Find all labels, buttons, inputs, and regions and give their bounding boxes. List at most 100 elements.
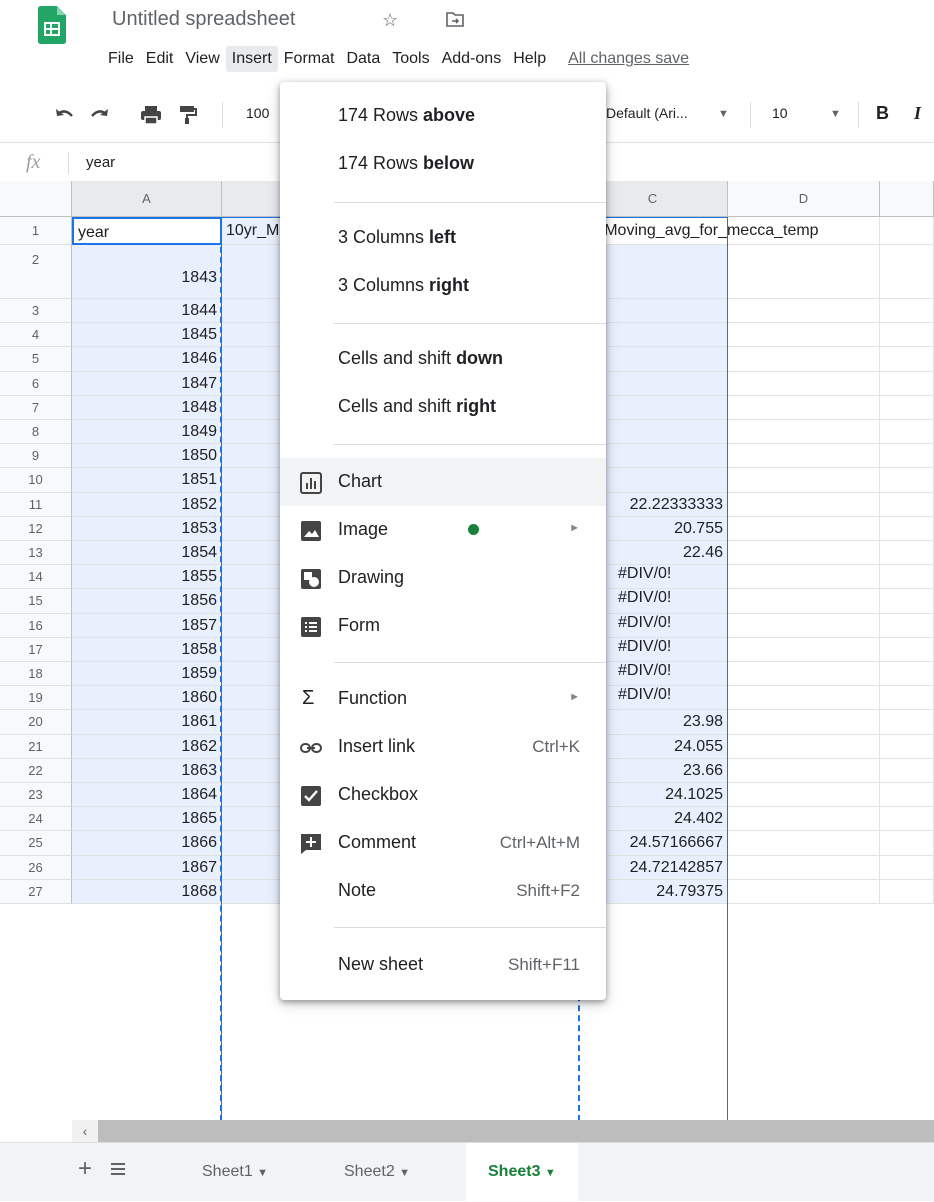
formula-input[interactable]: year [86,154,115,171]
menu-view[interactable]: View [179,46,225,72]
cell-e[interactable] [880,831,934,856]
cell-e[interactable] [880,879,934,904]
cell-a[interactable]: 1845 [72,323,222,348]
cell-a[interactable]: 1844 [72,299,222,324]
row-header[interactable]: 12 [0,516,72,541]
font-dropdown-arrow-icon[interactable]: ▼ [718,108,729,120]
menu-item-columns-right[interactable]: 3 Columns right [280,262,606,310]
cell-d[interactable] [728,686,880,711]
cell-a[interactable]: 1851 [72,468,222,493]
cell-d[interactable] [728,831,880,856]
menu-item-drawing[interactable]: Drawing [280,554,606,602]
row-header[interactable]: 8 [0,420,72,445]
menu-item-rows-below[interactable]: 174 Rows below [280,140,606,188]
cell-a[interactable]: 1864 [72,783,222,808]
cell-e[interactable] [880,299,934,324]
row-header[interactable]: 19 [0,686,72,711]
cell-d[interactable] [728,734,880,759]
cell-d[interactable] [728,371,880,396]
cell-e[interactable] [880,662,934,687]
row-header[interactable]: 5 [0,347,72,372]
cell-e[interactable] [880,217,934,245]
cell-e[interactable] [880,758,934,783]
scroll-left-arrow-icon[interactable]: ‹ [72,1120,98,1142]
cell-a[interactable]: 1848 [72,395,222,420]
document-title[interactable]: Untitled spreadsheet [112,8,295,31]
cell-e[interactable] [880,347,934,372]
row-header[interactable]: 18 [0,662,72,687]
menu-item-form[interactable]: Form [280,602,606,650]
row-header[interactable]: 17 [0,637,72,662]
menu-item-chart[interactable]: Chart [280,458,606,506]
cell-d[interactable] [728,444,880,469]
cell-d[interactable] [728,879,880,904]
menu-item-note[interactable]: Note Shift+F2 [280,867,606,915]
cell-e[interactable] [880,541,934,566]
cell-e[interactable] [880,783,934,808]
sheet-dropdown-icon[interactable]: ▼ [257,1167,268,1179]
row-header[interactable]: 14 [0,565,72,590]
menu-edit[interactable]: Edit [140,46,180,72]
menu-data[interactable]: Data [340,46,386,72]
font-select[interactable]: Default (Ari... [606,105,688,121]
cell-e[interactable] [880,516,934,541]
cell-a[interactable]: 1853 [72,516,222,541]
row-header[interactable]: 25 [0,831,72,856]
row-header[interactable]: 24 [0,807,72,832]
sheets-logo-icon[interactable] [38,6,66,44]
star-icon[interactable]: ☆ [382,10,398,31]
cell-a[interactable]: 1843 [72,245,222,299]
menu-tools[interactable]: Tools [386,46,435,72]
cell-a[interactable]: 1855 [72,565,222,590]
cell-e[interactable] [880,710,934,735]
horizontal-scrollbar[interactable] [72,1120,934,1142]
row-header[interactable]: 15 [0,589,72,614]
cell-d[interactable] [728,662,880,687]
menu-item-new-sheet[interactable]: New sheet Shift+F11 [280,941,606,989]
sheet-tab-sheet2[interactable]: Sheet2 ▼ [322,1143,432,1201]
menu-item-cells-shift-right[interactable]: Cells and shift right [280,383,606,431]
cell-e[interactable] [880,420,934,445]
bold-button[interactable]: B [876,103,889,124]
font-size-dropdown-arrow-icon[interactable]: ▼ [830,108,841,120]
row-header[interactable]: 22 [0,758,72,783]
cell-e[interactable] [880,807,934,832]
cell-d[interactable] [728,395,880,420]
cell-e[interactable] [880,686,934,711]
cell-a[interactable]: 1866 [72,831,222,856]
menu-item-function[interactable]: Σ Function ► [280,675,606,723]
cell-d[interactable] [728,347,880,372]
row-header[interactable]: 3 [0,299,72,324]
select-all-corner[interactable] [0,181,72,217]
cell-a[interactable]: 1847 [72,371,222,396]
row-header[interactable]: 10 [0,468,72,493]
cell-a[interactable]: 1865 [72,807,222,832]
row-header[interactable]: 2 [0,245,72,299]
sheet-dropdown-icon[interactable]: ▼ [545,1167,556,1179]
cell-d[interactable] [728,541,880,566]
add-sheet-icon[interactable]: + [78,1155,92,1183]
cell-a[interactable]: 1867 [72,855,222,880]
cell-a[interactable]: 1852 [72,492,222,517]
cell-d[interactable] [728,807,880,832]
cell-a[interactable]: 1858 [72,637,222,662]
cell-a[interactable]: year [72,217,222,245]
menu-addons[interactable]: Add-ons [436,46,508,72]
paint-format-icon[interactable] [176,106,198,124]
cell-a[interactable]: 1862 [72,734,222,759]
row-header[interactable]: 11 [0,492,72,517]
row-header[interactable]: 21 [0,734,72,759]
cell-a[interactable]: 1856 [72,589,222,614]
menu-help[interactable]: Help [507,46,552,72]
menu-insert[interactable]: Insert [225,46,278,72]
sheet-tab-sheet3[interactable]: Sheet3 ▼ [466,1143,578,1201]
cell-e[interactable] [880,444,934,469]
row-header[interactable]: 4 [0,323,72,348]
cell-e[interactable] [880,245,934,299]
all-sheets-menu-icon[interactable] [108,1159,128,1179]
print-icon[interactable] [140,106,162,124]
font-size-select[interactable]: 10 [772,105,788,121]
save-status-link[interactable]: All changes save [568,50,689,67]
cell-d[interactable] [728,323,880,348]
row-header[interactable]: 27 [0,879,72,904]
